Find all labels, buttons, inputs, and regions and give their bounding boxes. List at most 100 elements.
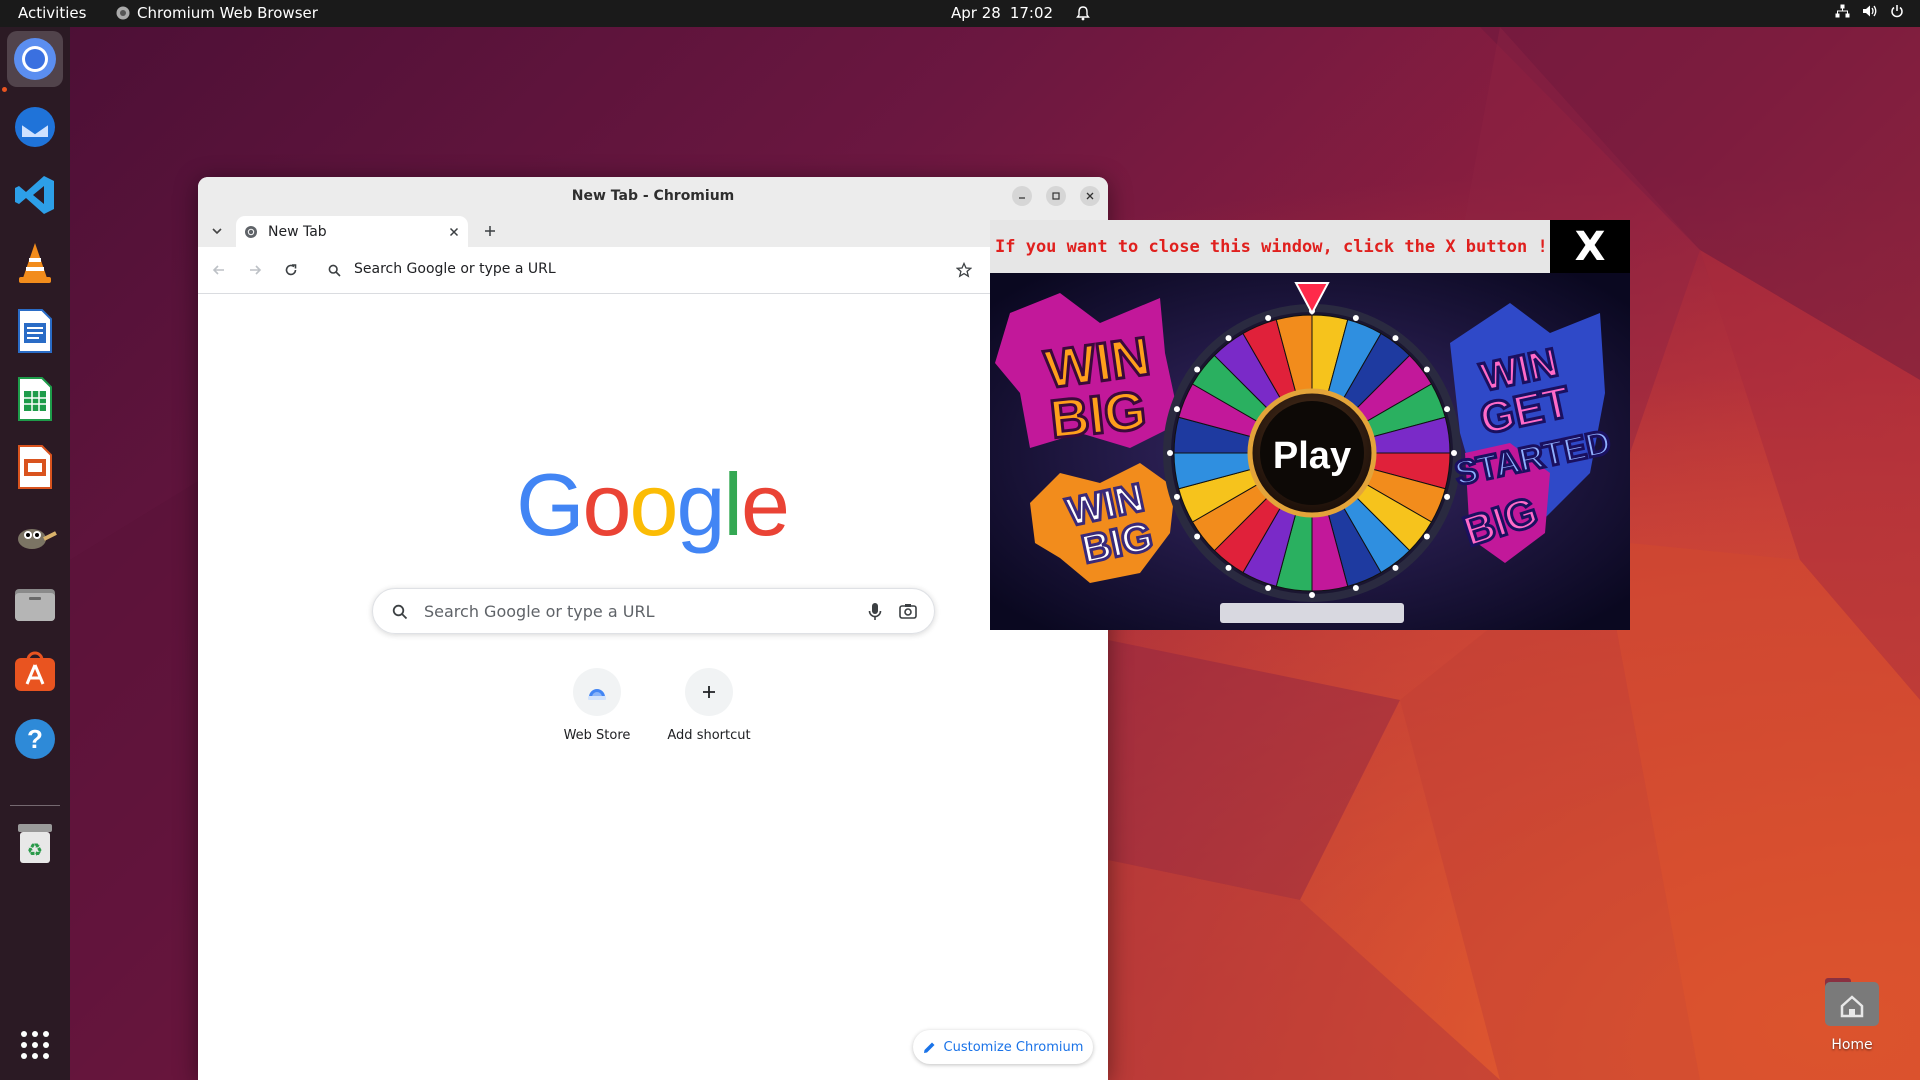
web-store-icon	[588, 689, 606, 700]
play-button[interactable]: Play	[1273, 435, 1351, 477]
chromium-icon	[14, 38, 56, 80]
desktop-home-icon[interactable]: Home	[1820, 975, 1884, 1053]
top-bar: Activities Chromium Web Browser Apr 28 1…	[0, 0, 1920, 27]
reload-icon	[285, 264, 297, 276]
google-logo: Google	[516, 459, 788, 554]
chevron-down-icon	[212, 228, 222, 235]
dock-gimp[interactable]	[7, 507, 63, 563]
app-name-label: Chromium Web Browser	[137, 4, 318, 22]
customize-label: Customize Chromium	[943, 1039, 1084, 1055]
wheel-light	[1423, 366, 1430, 373]
bookmark-button[interactable]	[954, 260, 974, 280]
wheel-light	[1392, 335, 1399, 342]
activities-button[interactable]: Activities	[18, 4, 86, 22]
dock-app-center[interactable]	[7, 643, 63, 699]
tab-search-button[interactable]	[207, 221, 227, 241]
wheel-light	[1173, 493, 1180, 500]
shortcut-label: Add shortcut	[667, 728, 751, 743]
omnibox-input[interactable]: Search Google or type a URL	[354, 261, 556, 277]
logo-letter: l	[723, 459, 741, 554]
dock: ? ♻	[0, 27, 70, 1080]
window-titlebar[interactable]: New Tab - Chromium	[198, 177, 1108, 214]
add-shortcut-button[interactable]: Add shortcut	[653, 668, 765, 743]
wheel-light	[1265, 314, 1272, 321]
search-box[interactable]: Search Google or type a URL	[372, 588, 935, 634]
omnibox-search-icon	[324, 260, 344, 280]
close-icon[interactable]	[448, 226, 460, 238]
dock-vlc[interactable]	[7, 235, 63, 291]
logo-letter: e	[741, 459, 788, 554]
dock-thunderbird[interactable]	[7, 99, 63, 155]
home-label: Home	[1831, 1037, 1873, 1053]
browser-window: New Tab - Chromium New Tab Search Google…	[198, 177, 1108, 1080]
maximize-button[interactable]	[1046, 186, 1066, 206]
back-button[interactable]	[209, 260, 229, 280]
new-tab-page: Google Search Google or type a URL Web S…	[198, 294, 1108, 1080]
gimp-icon	[18, 529, 57, 549]
bell-icon	[1076, 5, 1090, 20]
shortcut-label: Web Store	[563, 728, 631, 743]
wheel-light	[1392, 564, 1399, 571]
dock-show-apps[interactable]	[7, 1017, 63, 1073]
star-icon	[956, 262, 972, 278]
dock-impress[interactable]	[7, 439, 63, 495]
dock-help[interactable]: ?	[7, 711, 63, 767]
wheel-light	[1423, 533, 1430, 540]
dock-chromium[interactable]	[7, 31, 63, 87]
wheel-light	[1194, 533, 1201, 540]
wheel-light	[1444, 493, 1451, 500]
dock-trash[interactable]: ♻	[7, 815, 63, 871]
tab-new-tab[interactable]: New Tab	[236, 216, 468, 247]
wheel-light	[1167, 450, 1173, 456]
spin-wheel-ad[interactable]: WIN BIG WIN BIG Play WIN GET STARTED BIG	[990, 273, 1630, 630]
dock-writer[interactable]	[7, 303, 63, 359]
ad-text: BIG	[1047, 380, 1149, 450]
network-icon	[1835, 4, 1850, 18]
wheel-light	[1352, 585, 1359, 592]
wheel-light	[1225, 335, 1232, 342]
minimize-icon	[1019, 197, 1025, 199]
camera-icon[interactable]	[899, 603, 917, 619]
window-title: New Tab - Chromium	[571, 187, 735, 204]
wheel-light	[1173, 406, 1180, 413]
plus-icon	[485, 226, 495, 236]
help-icon: ?	[15, 719, 55, 759]
wheel-light	[1225, 564, 1232, 571]
shortcut-web-store[interactable]: Web Store	[541, 668, 653, 743]
logo-letter: G	[516, 459, 582, 554]
chromium-icon	[116, 6, 130, 20]
close-icon	[1086, 192, 1094, 200]
microphone-icon[interactable]	[868, 602, 882, 622]
minimize-button[interactable]	[1012, 186, 1032, 206]
customize-chromium-button[interactable]: Customize Chromium	[913, 1030, 1093, 1064]
dock-files[interactable]	[7, 575, 63, 631]
grid-icon	[21, 1031, 49, 1059]
home-folder-icon	[1825, 978, 1879, 1026]
dock-calc[interactable]	[7, 371, 63, 427]
writer-icon	[18, 309, 52, 353]
search-input[interactable]: Search Google or type a URL	[424, 602, 654, 621]
forward-button[interactable]	[245, 260, 265, 280]
wheel-light	[1194, 366, 1201, 373]
running-indicator	[2, 87, 7, 92]
popup-close-button[interactable]: X	[1550, 220, 1630, 273]
app-menu[interactable]: Chromium Web Browser	[116, 4, 318, 22]
vscode-icon	[15, 176, 54, 214]
new-tab-button[interactable]	[480, 221, 500, 241]
wheel-stand	[1220, 603, 1404, 623]
app-center-icon	[15, 651, 55, 691]
impress-icon	[18, 445, 52, 489]
clock[interactable]: Apr 28 17:02	[951, 4, 1090, 22]
arrow-right-icon	[250, 265, 262, 275]
files-icon	[15, 589, 55, 621]
logo-letter: g	[676, 459, 723, 554]
scam-popup: If you want to close this window, click …	[990, 220, 1630, 630]
wheel-light	[1444, 406, 1451, 413]
logo-letter: o	[629, 459, 676, 554]
shortcut-icon	[685, 668, 733, 716]
chromium-icon	[245, 225, 257, 238]
system-tray[interactable]	[1835, 4, 1904, 18]
dock-vscode[interactable]	[7, 167, 63, 223]
close-window-button[interactable]	[1080, 186, 1100, 206]
reload-button[interactable]	[281, 260, 301, 280]
